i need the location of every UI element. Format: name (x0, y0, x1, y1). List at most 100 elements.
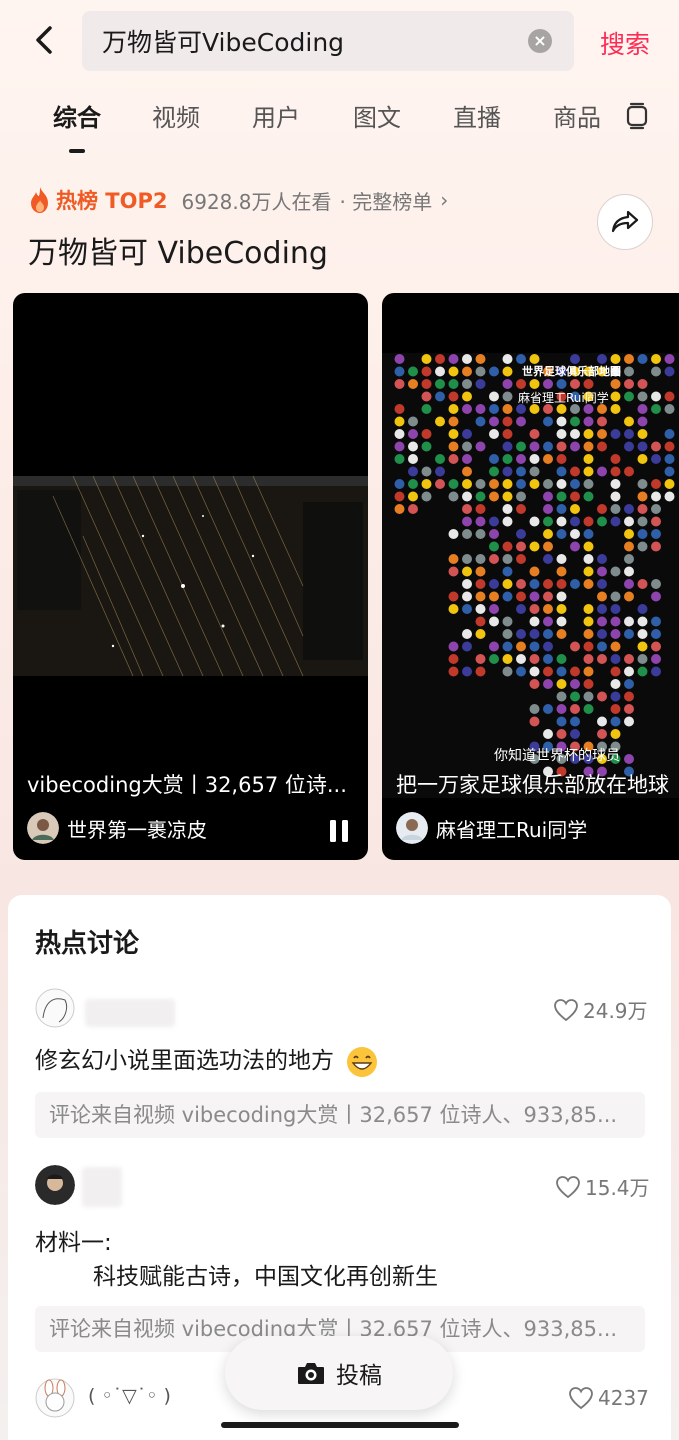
club-badge (448, 379, 459, 389)
tab-comprehensive[interactable]: 综合 (53, 98, 101, 133)
club-badge (475, 504, 486, 514)
club-badge (516, 591, 526, 602)
club-badge (529, 466, 540, 477)
video-thumbnail (13, 476, 368, 676)
like-button[interactable]: 24.9万 (553, 995, 648, 1024)
grin-emoji-icon (347, 1046, 378, 1077)
club-badge (435, 379, 445, 389)
club-badge (556, 566, 567, 577)
clear-search-icon[interactable]: × (528, 29, 552, 53)
club-badge (583, 491, 594, 502)
video-card[interactable]: 世界足球俱乐部地图 麻省理工Rui同学 你知道世界杯的球员 把一万家足球俱乐部放… (382, 293, 679, 860)
club-badge (502, 416, 513, 427)
club-badge (556, 666, 567, 677)
club-badge (421, 379, 432, 389)
club-badge (597, 441, 607, 452)
club-badge (543, 416, 553, 427)
club-badge (489, 479, 499, 489)
club-badge (610, 716, 621, 727)
club-badge (583, 429, 594, 439)
search-button[interactable]: 搜索 (600, 25, 650, 61)
avatar[interactable] (35, 988, 75, 1028)
back-arrow-icon[interactable] (24, 18, 68, 62)
full-list-link[interactable]: · 完整榜单 (339, 186, 432, 215)
club-badge (448, 429, 459, 439)
club-badge (448, 666, 459, 677)
post-button[interactable]: 投稿 (225, 1336, 453, 1410)
like-button[interactable]: 4237 (568, 1386, 649, 1410)
club-badge (624, 391, 634, 402)
club-badge (421, 479, 432, 489)
club-badge (489, 429, 499, 439)
club-badge (489, 554, 499, 564)
username[interactable] (85, 999, 175, 1027)
like-button[interactable]: 15.4万 (555, 1172, 650, 1201)
club-badge (502, 516, 513, 527)
tab-image-text[interactable]: 图文 (353, 98, 401, 133)
avatar[interactable] (35, 1165, 75, 1205)
club-badge (502, 441, 513, 452)
club-badge (543, 704, 553, 714)
club-badge (475, 379, 486, 389)
club-badge (475, 441, 486, 452)
club-badge (408, 379, 418, 389)
video-card[interactable]: vibecoding大赏丨32,657 位诗... 世界第一裹凉皮 (13, 293, 368, 860)
club-badge (502, 554, 513, 564)
club-badge (597, 716, 607, 727)
club-badge (637, 454, 648, 464)
club-badge (529, 679, 540, 689)
club-badge (597, 466, 607, 477)
flame-icon (31, 187, 48, 213)
comment-source-link[interactable]: 评论来自视频 vibecoding大赏丨32,657 位诗人、933,85... (35, 1092, 645, 1138)
video-author[interactable]: 世界第一裹凉皮 (27, 811, 207, 845)
club-badge (543, 491, 553, 502)
club-badge (529, 591, 540, 602)
overlay-title: 世界足球俱乐部地图 (522, 365, 621, 378)
tab-video[interactable]: 视频 (152, 98, 200, 133)
search-query-text: 万物皆可VibeCoding (102, 28, 345, 57)
club-badge (556, 479, 567, 489)
club-badge (502, 466, 513, 477)
club-badge (637, 641, 648, 652)
tab-products[interactable]: 商品 (553, 98, 601, 133)
club-badge (570, 466, 580, 477)
filter-icon[interactable] (626, 102, 648, 130)
club-badge (462, 666, 472, 677)
username[interactable]: ( ◦˙▽˙◦ ) (88, 1385, 171, 1407)
club-badge (624, 416, 634, 427)
club-badge (583, 666, 594, 677)
club-badge (610, 466, 621, 477)
club-badge (502, 366, 513, 377)
share-button[interactable] (597, 194, 653, 250)
club-badge (583, 654, 594, 664)
club-badge (651, 641, 661, 652)
avatar[interactable] (35, 1378, 75, 1418)
hot-rank-row[interactable]: 热榜 TOP2 6928.8万人在看 · 完整榜单 › (28, 184, 448, 216)
club-badge (556, 691, 567, 702)
username[interactable] (82, 1167, 122, 1207)
pause-icon[interactable] (328, 819, 350, 843)
club-badge (516, 654, 526, 664)
like-count: 15.4万 (585, 1176, 650, 1200)
video-caption: 把一万家足球俱乐部放在地球 (396, 773, 669, 797)
club-badge (502, 379, 513, 389)
search-input[interactable]: 万物皆可VibeCoding × (82, 11, 574, 71)
club-badge (516, 629, 526, 639)
tab-live[interactable]: 直播 (453, 98, 501, 133)
club-badge (597, 516, 607, 527)
club-badge (502, 479, 513, 489)
club-badge (408, 491, 418, 502)
club-badge (637, 416, 648, 427)
club-badge (475, 354, 486, 364)
club-badge (637, 516, 648, 527)
club-badge (664, 454, 675, 464)
club-badge (664, 491, 675, 502)
video-author[interactable]: 麻省理工Rui同学 (396, 811, 587, 845)
club-badge (489, 366, 499, 377)
club-badge (502, 629, 513, 639)
club-badge (570, 704, 580, 714)
club-badge (597, 691, 607, 702)
tab-users[interactable]: 用户 (252, 98, 300, 133)
club-badge (610, 654, 621, 664)
club-badge (462, 441, 472, 452)
